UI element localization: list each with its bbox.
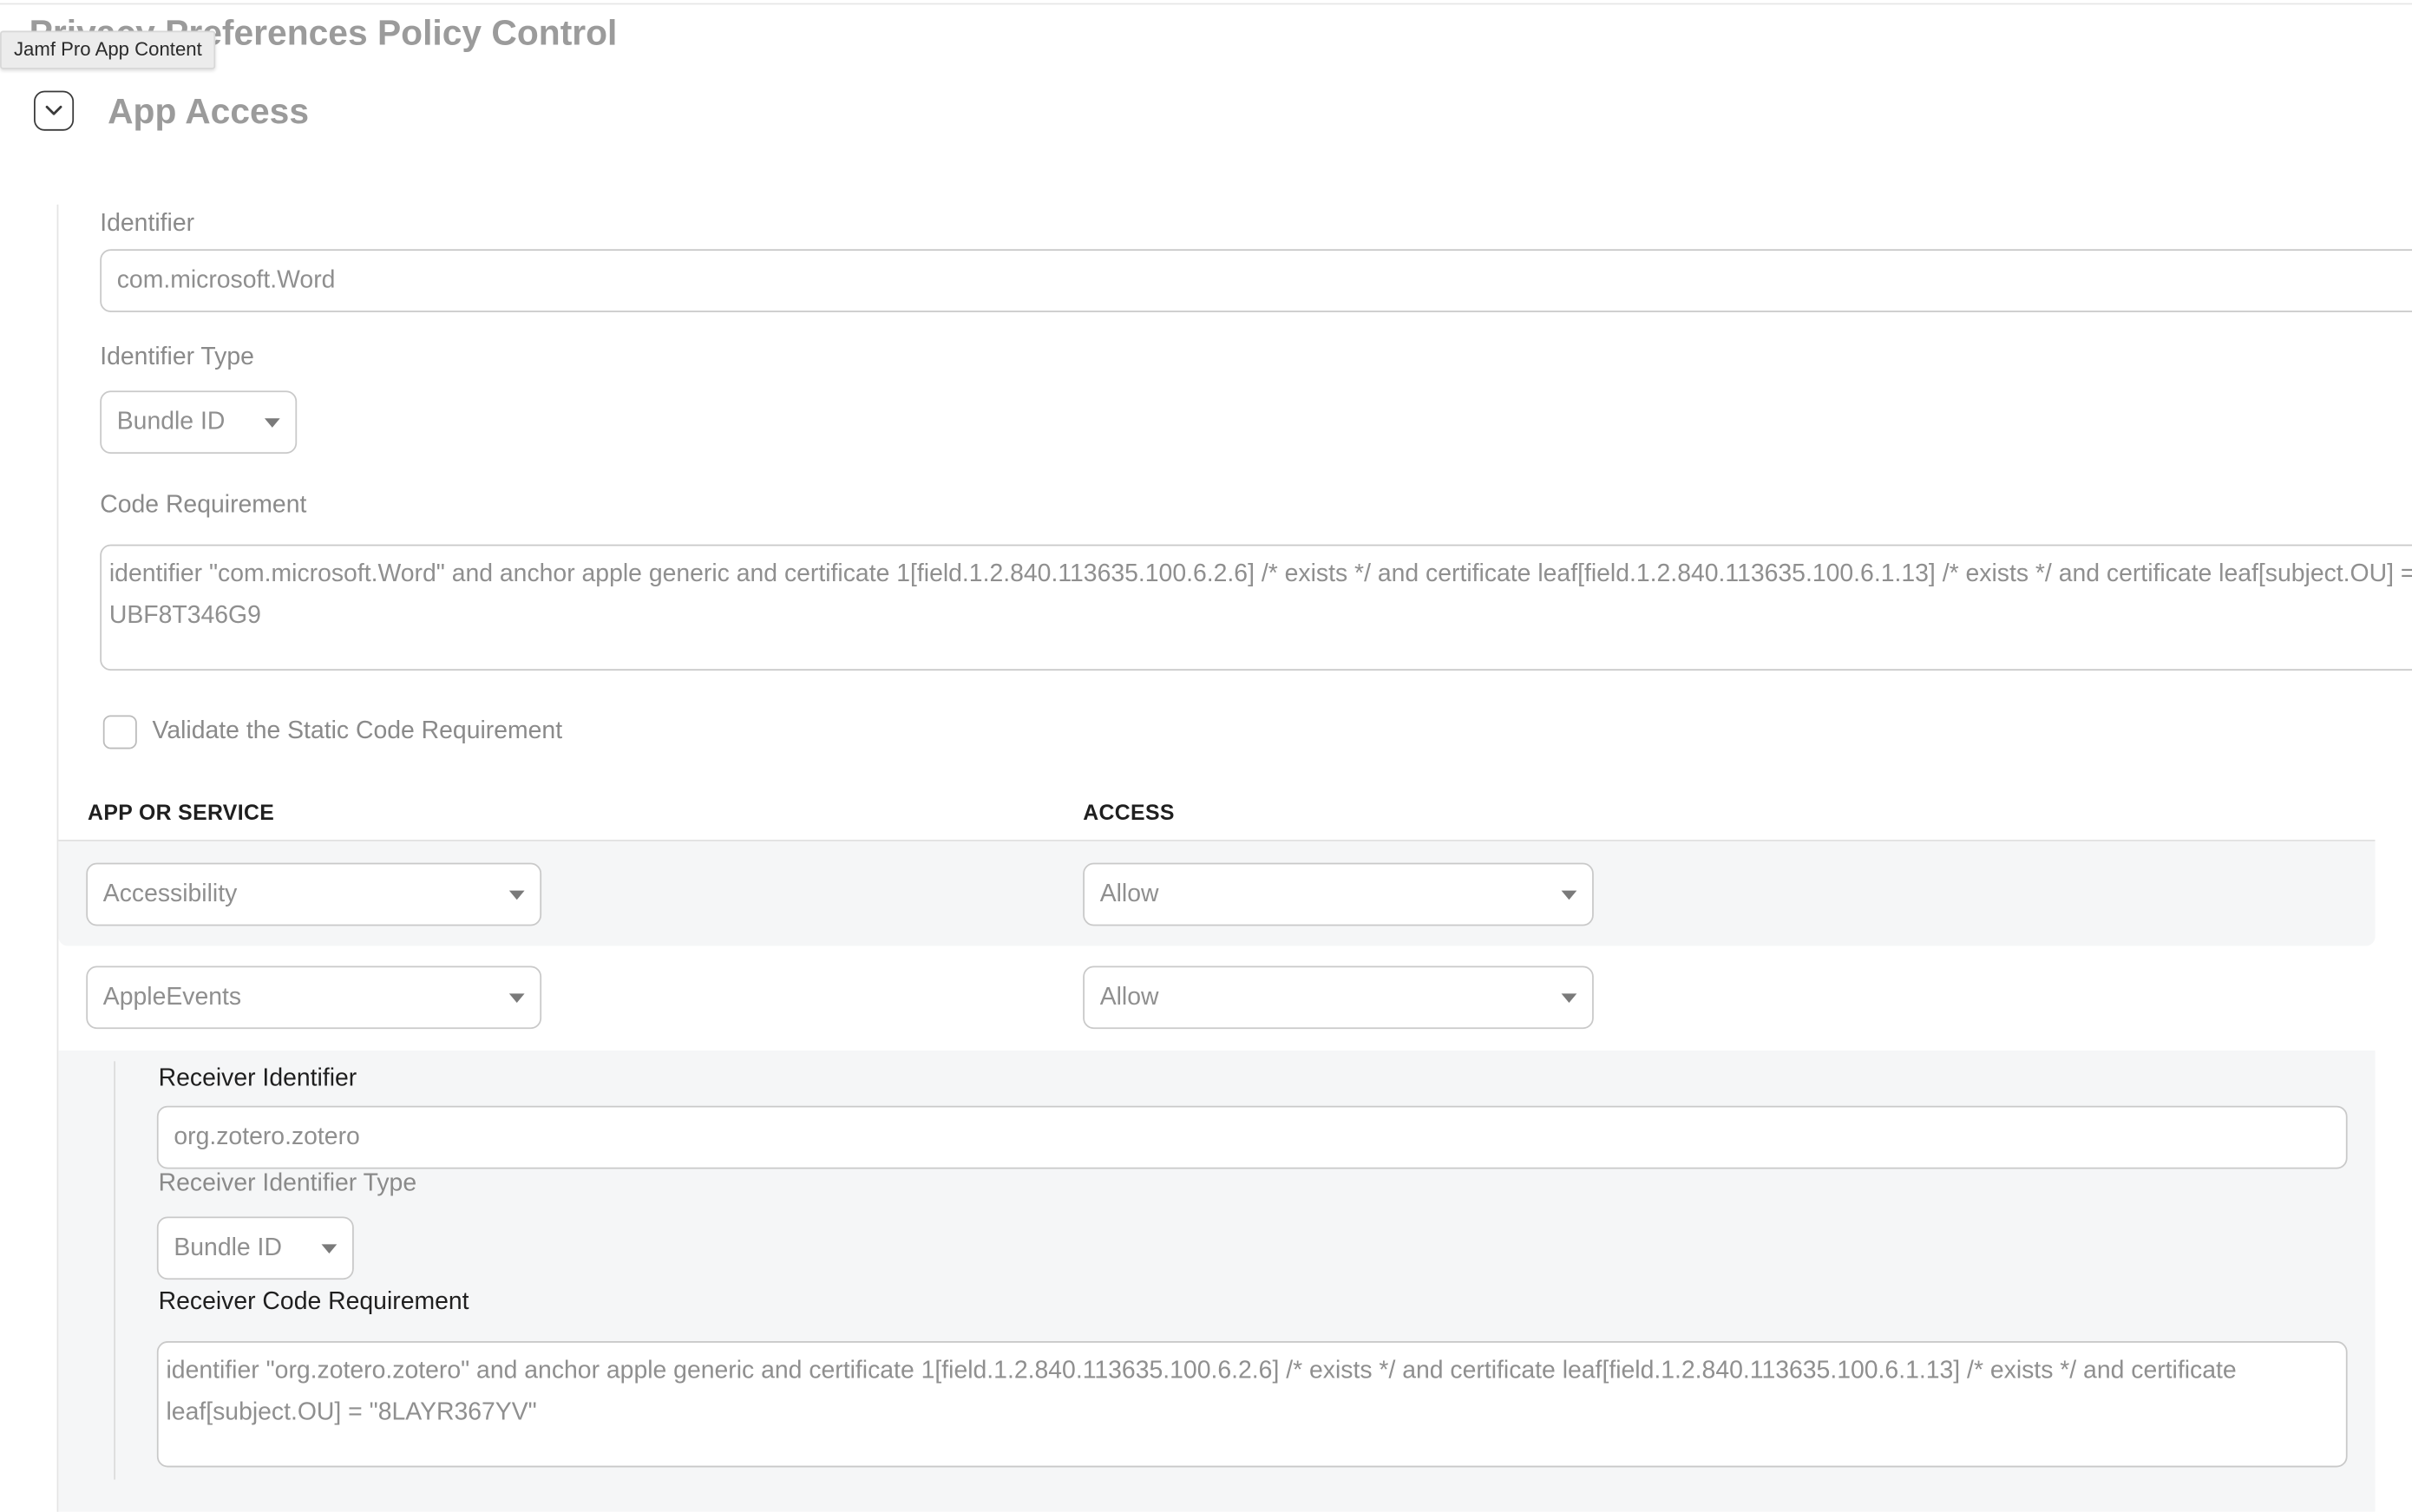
service-value: Accessibility — [102, 880, 238, 907]
dropdown-caret-icon — [1561, 889, 1577, 900]
service-select-row-1[interactable]: Accessibility — [86, 862, 542, 926]
identifier-value: com.microsoft.Word — [116, 266, 336, 293]
column-header-app-or-service: APP OR SERVICE — [88, 799, 275, 825]
column-header-access: ACCESS — [1083, 799, 1175, 825]
validate-label: Validate the Static Code Requirement — [152, 717, 563, 745]
section-title: App Access — [108, 90, 310, 131]
code-requirement-label: Code Requirement — [100, 492, 307, 519]
dropdown-caret-icon — [264, 417, 280, 428]
top-divider — [0, 3, 2412, 5]
receiver-identifier-input[interactable]: org.zotero.zotero — [156, 1105, 2348, 1169]
service-value: AppleEvents — [102, 983, 242, 1010]
chevron-down-icon — [45, 105, 62, 115]
dropdown-caret-icon — [1561, 992, 1577, 1003]
access-value: Allow — [1099, 880, 1159, 907]
tooltip: Jamf Pro App Content — [0, 30, 216, 69]
access-select-row-2[interactable]: Allow — [1083, 965, 1594, 1030]
validate-checkbox[interactable] — [102, 715, 137, 749]
identifier-input[interactable]: com.microsoft.Word — [100, 249, 2412, 312]
identifier-type-select[interactable]: Bundle ID — [100, 390, 298, 455]
identifier-type-value: Bundle ID — [116, 408, 226, 435]
identifier-type-label: Identifier Type — [100, 344, 254, 371]
receiver-identifier-value: org.zotero.zotero — [174, 1123, 360, 1150]
code-requirement-textarea[interactable]: identifier "com.microsoft.Word" and anch… — [100, 544, 2412, 671]
code-requirement-value: identifier "com.microsoft.Word" and anch… — [108, 561, 2412, 630]
receiver-code-requirement-textarea[interactable]: identifier "org.zotero.zotero" and ancho… — [156, 1341, 2348, 1468]
receiver-identifier-label: Receiver Identifier — [158, 1065, 357, 1092]
page-root: Privacy Preferences Policy Control Jamf … — [0, 0, 2412, 1512]
receiver-code-requirement-value: identifier "org.zotero.zotero" and ancho… — [166, 1358, 2237, 1426]
dropdown-caret-icon — [508, 992, 525, 1003]
receiver-code-requirement-label: Receiver Code Requirement — [158, 1288, 469, 1315]
receiver-identifier-type-value: Bundle ID — [174, 1234, 282, 1260]
service-select-row-2[interactable]: AppleEvents — [86, 965, 542, 1030]
identifier-label: Identifier — [100, 210, 195, 238]
access-select-row-1[interactable]: Allow — [1083, 862, 1594, 926]
receiver-indent-line — [114, 1061, 115, 1480]
dropdown-caret-icon — [508, 889, 525, 900]
dropdown-caret-icon — [321, 1243, 338, 1253]
collapse-section-button[interactable] — [34, 90, 75, 131]
receiver-identifier-type-label: Receiver Identifier Type — [158, 1170, 417, 1197]
access-value: Allow — [1099, 983, 1159, 1010]
receiver-identifier-type-select[interactable]: Bundle ID — [156, 1216, 354, 1280]
